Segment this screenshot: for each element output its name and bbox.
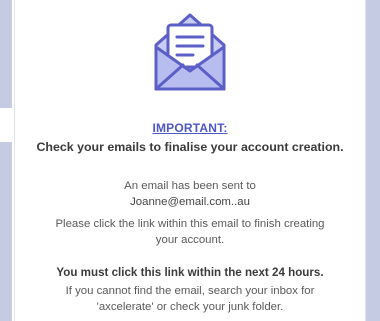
- important-heading: IMPORTANT:: [152, 121, 228, 135]
- background-panel-left-top: [0, 0, 12, 108]
- email-confirmation-card: IMPORTANT: Check your emails to finalise…: [14, 0, 366, 321]
- instruction-text-line-1: Please click the link within this email …: [55, 218, 325, 230]
- recipient-email: Joanne@email.com..au: [130, 196, 250, 208]
- deadline-warning: You must click this link within the next…: [56, 266, 324, 279]
- help-text-line-2: 'axcelerate' or check your junk folder.: [96, 301, 284, 313]
- email-sent-text: An email has been sent to: [124, 180, 256, 192]
- instruction-text-line-2: your account.: [155, 234, 225, 246]
- open-envelope-icon: [154, 13, 226, 91]
- background-panel-right: [366, 0, 380, 321]
- confirmation-subheading: Check your emails to finalise your accou…: [36, 140, 344, 154]
- background-panel-left-bottom: [0, 142, 12, 321]
- help-text-line-1: If you cannot find the email, search you…: [65, 285, 315, 297]
